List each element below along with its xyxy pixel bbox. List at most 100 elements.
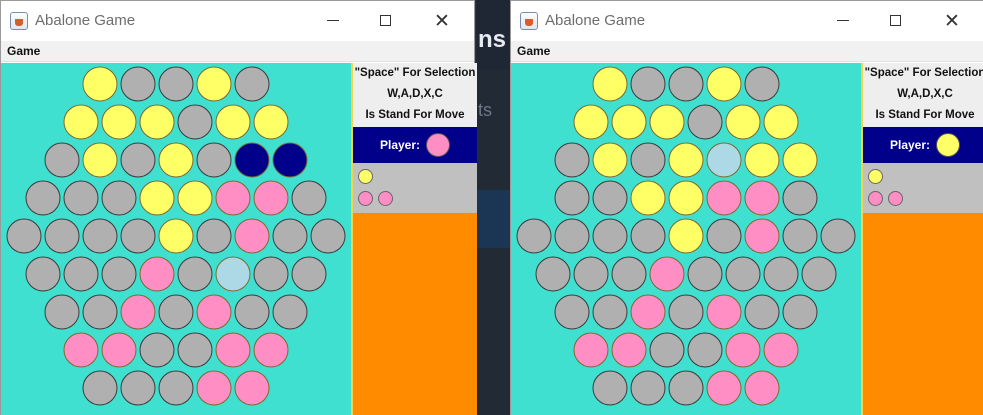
- cell-empty[interactable]: [101, 256, 137, 292]
- cell-empty[interactable]: [725, 256, 761, 292]
- cell-empty[interactable]: [196, 142, 232, 178]
- game-board[interactable]: [511, 63, 861, 415]
- cell-empty[interactable]: [139, 332, 175, 368]
- cell-empty[interactable]: [668, 66, 704, 102]
- cell-yellow[interactable]: [763, 104, 799, 140]
- cell-empty[interactable]: [668, 370, 704, 406]
- cell-empty[interactable]: [630, 370, 666, 406]
- cell-yellow[interactable]: [725, 104, 761, 140]
- cell-empty[interactable]: [554, 294, 590, 330]
- cell-empty[interactable]: [6, 218, 42, 254]
- cell-pink[interactable]: [63, 332, 99, 368]
- cell-empty[interactable]: [687, 332, 723, 368]
- cell-empty[interactable]: [63, 180, 99, 216]
- cell-yellow[interactable]: [158, 142, 194, 178]
- cell-pink[interactable]: [253, 332, 289, 368]
- cell-empty[interactable]: [592, 294, 628, 330]
- cell-pink[interactable]: [573, 332, 609, 368]
- cell-yellow[interactable]: [82, 142, 118, 178]
- board-svg[interactable]: [1, 63, 351, 415]
- cell-empty[interactable]: [649, 332, 685, 368]
- cell-empty[interactable]: [592, 218, 628, 254]
- cell-yellow[interactable]: [706, 66, 742, 102]
- minimize-button[interactable]: [832, 9, 856, 33]
- cell-empty[interactable]: [82, 218, 118, 254]
- cell-selected[interactable]: [234, 142, 270, 178]
- cell-pink[interactable]: [725, 332, 761, 368]
- cell-yellow[interactable]: [215, 104, 251, 140]
- cell-empty[interactable]: [253, 256, 289, 292]
- cell-pink[interactable]: [215, 180, 251, 216]
- cell-empty[interactable]: [234, 66, 270, 102]
- cell-empty[interactable]: [158, 66, 194, 102]
- cell-empty[interactable]: [592, 180, 628, 216]
- cell-pink[interactable]: [706, 370, 742, 406]
- cell-pink[interactable]: [101, 332, 137, 368]
- menu-game[interactable]: Game: [517, 44, 550, 58]
- cell-empty[interactable]: [196, 218, 232, 254]
- cell-empty[interactable]: [763, 256, 799, 292]
- cell-pink[interactable]: [139, 256, 175, 292]
- cell-empty[interactable]: [554, 180, 590, 216]
- cell-empty[interactable]: [573, 256, 609, 292]
- cell-pink[interactable]: [744, 370, 780, 406]
- cell-yellow[interactable]: [573, 104, 609, 140]
- cell-yellow[interactable]: [611, 104, 647, 140]
- cell-empty[interactable]: [25, 256, 61, 292]
- cell-yellow[interactable]: [649, 104, 685, 140]
- cell-pink[interactable]: [744, 180, 780, 216]
- maximize-button[interactable]: [884, 9, 908, 33]
- cell-empty[interactable]: [687, 256, 723, 292]
- cell-empty[interactable]: [177, 256, 213, 292]
- cell-empty[interactable]: [310, 218, 346, 254]
- cell-empty[interactable]: [554, 218, 590, 254]
- cell-yellow[interactable]: [744, 142, 780, 178]
- cell-yellow[interactable]: [158, 218, 194, 254]
- cell-empty[interactable]: [101, 180, 137, 216]
- cell-pink[interactable]: [196, 370, 232, 406]
- cell-empty[interactable]: [25, 180, 61, 216]
- cell-yellow[interactable]: [139, 104, 175, 140]
- title-bar[interactable]: Abalone Game ✕: [1, 1, 474, 41]
- cell-empty[interactable]: [782, 180, 818, 216]
- cell-pink[interactable]: [234, 218, 270, 254]
- cell-pink[interactable]: [611, 332, 647, 368]
- cell-yellow[interactable]: [63, 104, 99, 140]
- cell-empty[interactable]: [782, 218, 818, 254]
- cell-yellow[interactable]: [630, 180, 666, 216]
- cell-empty[interactable]: [535, 256, 571, 292]
- cell-empty[interactable]: [630, 218, 666, 254]
- cell-empty[interactable]: [177, 332, 213, 368]
- cell-empty[interactable]: [120, 370, 156, 406]
- cell-yellow[interactable]: [196, 66, 232, 102]
- cell-yellow[interactable]: [82, 66, 118, 102]
- cell-pink[interactable]: [649, 256, 685, 292]
- cell-yellow[interactable]: [253, 104, 289, 140]
- cell-highlight[interactable]: [215, 256, 251, 292]
- cell-selected[interactable]: [272, 142, 308, 178]
- cell-pink[interactable]: [253, 180, 289, 216]
- cell-empty[interactable]: [44, 294, 80, 330]
- cell-empty[interactable]: [801, 256, 837, 292]
- cell-empty[interactable]: [82, 370, 118, 406]
- cell-yellow[interactable]: [668, 218, 704, 254]
- minimize-button[interactable]: [322, 9, 346, 33]
- cell-empty[interactable]: [120, 142, 156, 178]
- cell-yellow[interactable]: [592, 66, 628, 102]
- cell-yellow[interactable]: [592, 142, 628, 178]
- cell-pink[interactable]: [234, 370, 270, 406]
- cell-yellow[interactable]: [668, 180, 704, 216]
- cell-empty[interactable]: [592, 370, 628, 406]
- cell-empty[interactable]: [630, 142, 666, 178]
- cell-pink[interactable]: [706, 294, 742, 330]
- cell-yellow[interactable]: [177, 180, 213, 216]
- close-button[interactable]: ✕: [430, 9, 454, 33]
- cell-empty[interactable]: [744, 66, 780, 102]
- cell-highlight[interactable]: [706, 142, 742, 178]
- cell-yellow[interactable]: [668, 142, 704, 178]
- cell-empty[interactable]: [291, 180, 327, 216]
- cell-empty[interactable]: [158, 370, 194, 406]
- cell-empty[interactable]: [177, 104, 213, 140]
- cell-empty[interactable]: [782, 294, 818, 330]
- cell-empty[interactable]: [668, 294, 704, 330]
